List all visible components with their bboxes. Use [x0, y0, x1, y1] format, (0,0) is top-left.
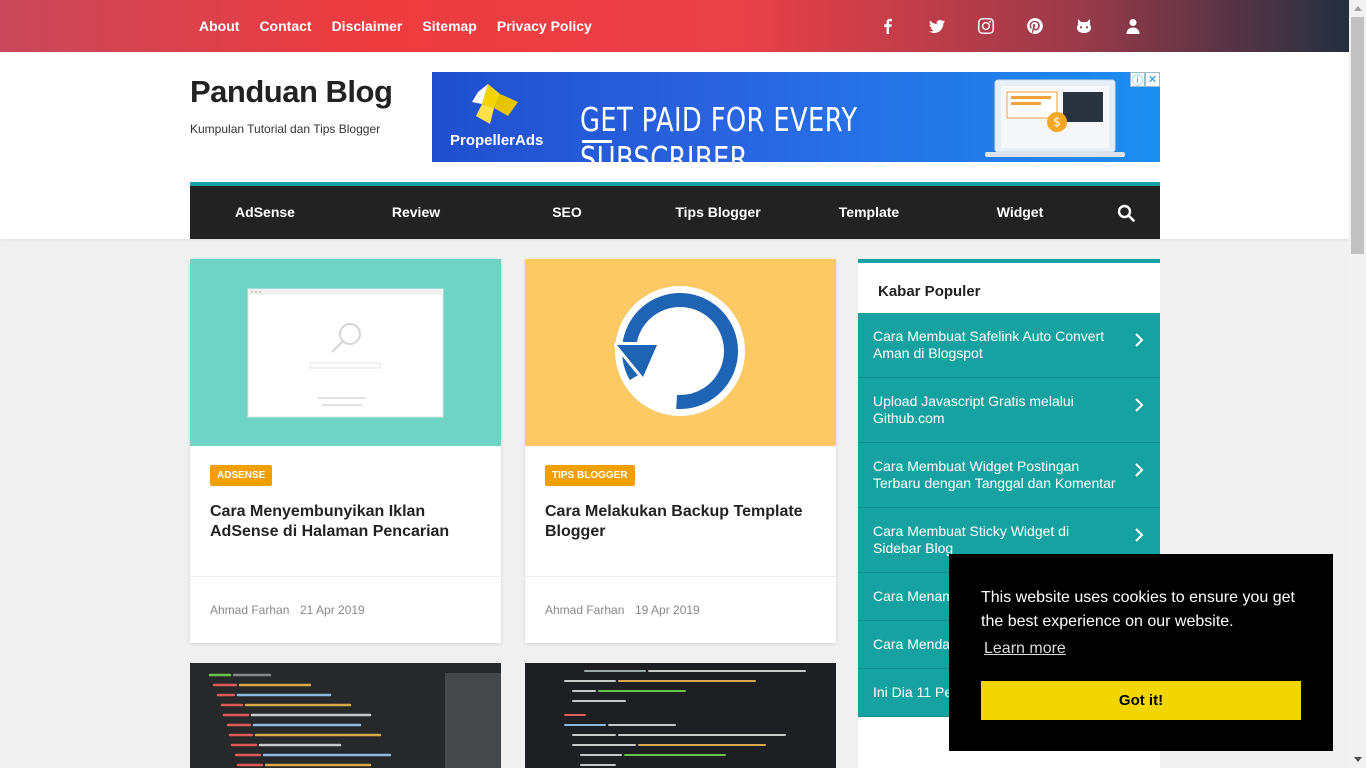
top-bar: About Contact Disclaimer Sitemap Privacy… — [0, 0, 1349, 52]
user-icon[interactable] — [1125, 18, 1141, 34]
popular-post-title[interactable]: Upload Javascript Gratis melalui Github.… — [873, 393, 1074, 426]
nav-widget[interactable]: Widget — [997, 186, 1044, 239]
pinterest-icon[interactable] — [1027, 18, 1043, 34]
post-thumbnail[interactable] — [525, 259, 836, 446]
ad-underline — [582, 140, 612, 143]
category-label[interactable]: TIPS BLOGGER — [545, 465, 635, 486]
post-thumbnail[interactable] — [190, 259, 501, 446]
scroll-down-arrow-icon[interactable] — [1349, 751, 1366, 768]
nav-adsense[interactable]: AdSense — [235, 186, 295, 239]
nav-seo[interactable]: SEO — [552, 186, 582, 239]
nav-template[interactable]: Template — [839, 186, 899, 239]
chevron-right-icon — [1135, 333, 1144, 347]
widget-title: Kabar Populer — [878, 283, 981, 300]
nav-tips-blogger[interactable]: Tips Blogger — [675, 186, 760, 239]
cookie-message: This website uses cookies to ensure you … — [981, 589, 1295, 630]
divider — [190, 576, 501, 577]
ad-headline: GET PAID FOR EVERY SUBSCRIBER — [580, 100, 858, 162]
ad-controls: ⓘ ✕ — [1130, 72, 1160, 87]
post-card[interactable]: ADSENSE Cara Menyembunyikan Iklan AdSens… — [190, 259, 501, 643]
popular-post-title[interactable]: Cara Membuat Widget Postingan Terbaru de… — [873, 458, 1116, 491]
svg-text:$: $ — [1053, 115, 1061, 129]
post-author[interactable]: Ahmad Farhan — [545, 603, 624, 617]
got-it-button[interactable]: Got it! — [981, 681, 1301, 720]
search-icon[interactable] — [1117, 204, 1135, 222]
browser-search-illustration — [247, 288, 444, 418]
twitter-icon[interactable] — [929, 18, 945, 34]
popular-post-item[interactable]: Cara Membuat Widget Postingan Terbaru de… — [858, 443, 1160, 508]
facebook-icon[interactable] — [880, 18, 896, 34]
post-title[interactable]: Cara Menyembunyikan Iklan AdSense di Hal… — [210, 502, 485, 542]
ad-brand: PropellerAds — [450, 132, 544, 149]
main-nav: AdSense Review SEO Tips Blogger Template… — [190, 182, 1160, 239]
post-author[interactable]: Ahmad Farhan — [210, 603, 289, 617]
top-nav-sitemap[interactable]: Sitemap — [422, 18, 476, 34]
site-title[interactable]: Panduan Blog — [190, 74, 393, 110]
scroll-up-arrow-icon[interactable] — [1349, 0, 1366, 17]
category-label[interactable]: ADSENSE — [210, 465, 273, 486]
ad-banner[interactable]: PropellerAds GET PAID FOR EVERY SUBSCRIB… — [432, 72, 1160, 162]
post-thumbnail-code-laptop[interactable] — [190, 663, 501, 768]
chevron-right-icon — [1135, 528, 1144, 542]
popular-post-title[interactable]: Cara Membuat Sticky Widget di Sidebar Bl… — [873, 523, 1069, 556]
code-screen-image — [190, 663, 501, 768]
scrollbar[interactable] — [1349, 0, 1366, 768]
post-card[interactable]: TIPS BLOGGER Cara Melakukan Backup Templ… — [525, 259, 836, 643]
ad-close-icon[interactable]: ✕ — [1145, 72, 1160, 87]
propellerads-logo-icon — [472, 84, 518, 124]
site-description: Kumpulan Tutorial dan Tips Blogger — [190, 122, 381, 136]
instagram-icon[interactable] — [978, 18, 994, 34]
scrollbar-thumb[interactable] — [1351, 17, 1364, 254]
backup-refresh-illustration — [614, 286, 745, 416]
post-date: 21 Apr 2019 — [300, 603, 365, 617]
learn-more-link[interactable]: Learn more — [984, 640, 1066, 658]
top-nav-privacy-policy[interactable]: Privacy Policy — [497, 18, 592, 34]
popular-post-item[interactable]: Upload Javascript Gratis melalui Github.… — [858, 378, 1160, 443]
code-editor-image — [525, 663, 836, 768]
post-thumbnail-code-editor[interactable] — [525, 663, 836, 768]
ad-info-icon[interactable]: ⓘ — [1130, 72, 1145, 87]
popular-post-item[interactable]: Cara Membuat Safelink Auto Convert Aman … — [858, 313, 1160, 378]
nav-review[interactable]: Review — [392, 186, 440, 239]
top-nav-contact[interactable]: Contact — [259, 18, 311, 34]
top-nav: About Contact Disclaimer Sitemap Privacy… — [199, 0, 592, 52]
chevron-right-icon — [1135, 463, 1144, 477]
social-links — [880, 0, 1141, 52]
top-nav-disclaimer[interactable]: Disclaimer — [332, 18, 403, 34]
post-title[interactable]: Cara Melakukan Backup Template Blogger — [545, 502, 820, 542]
cookie-consent-banner: This website uses cookies to ensure you … — [949, 554, 1333, 751]
divider — [525, 576, 836, 577]
top-nav-about[interactable]: About — [199, 18, 239, 34]
github-icon[interactable] — [1076, 18, 1092, 34]
laptop-icon: $ — [985, 79, 1125, 157]
chevron-right-icon — [1135, 398, 1144, 412]
post-date: 19 Apr 2019 — [635, 603, 700, 617]
popular-post-title[interactable]: Cara Membuat Safelink Auto Convert Aman … — [873, 328, 1104, 361]
